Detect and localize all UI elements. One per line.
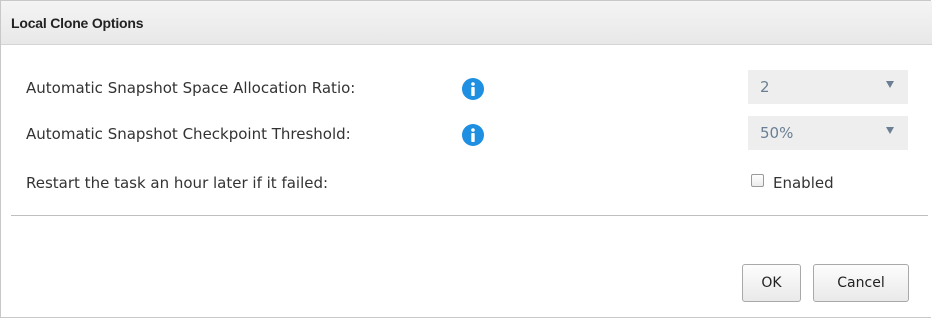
chevron-down-icon <box>886 127 894 134</box>
checkpoint-threshold-select[interactable]: 50% <box>748 116 908 150</box>
chevron-down-icon <box>886 81 894 88</box>
local-clone-options-dialog: Local Clone Options Automatic Snapshot S… <box>0 0 932 318</box>
restart-task-label: Restart the task an hour later if it fai… <box>26 174 329 192</box>
space-ratio-value: 2 <box>760 78 770 96</box>
checkpoint-threshold-label: Automatic Snapshot Checkpoint Threshold: <box>26 125 351 143</box>
dialog-titlebar: Local Clone Options <box>1 1 932 45</box>
restart-enabled-checkbox[interactable] <box>751 174 764 187</box>
space-ratio-select[interactable]: 2 <box>748 70 908 104</box>
info-icon[interactable] <box>462 124 484 146</box>
divider <box>11 215 928 216</box>
ok-button[interactable]: OK <box>742 264 801 302</box>
restart-enabled-label[interactable]: Enabled <box>773 174 834 192</box>
checkpoint-threshold-value: 50% <box>760 124 794 142</box>
space-ratio-label: Automatic Snapshot Space Allocation Rati… <box>26 79 356 97</box>
dialog-title: Local Clone Options <box>11 15 144 31</box>
cancel-button[interactable]: Cancel <box>813 264 909 302</box>
info-icon[interactable] <box>462 78 484 100</box>
